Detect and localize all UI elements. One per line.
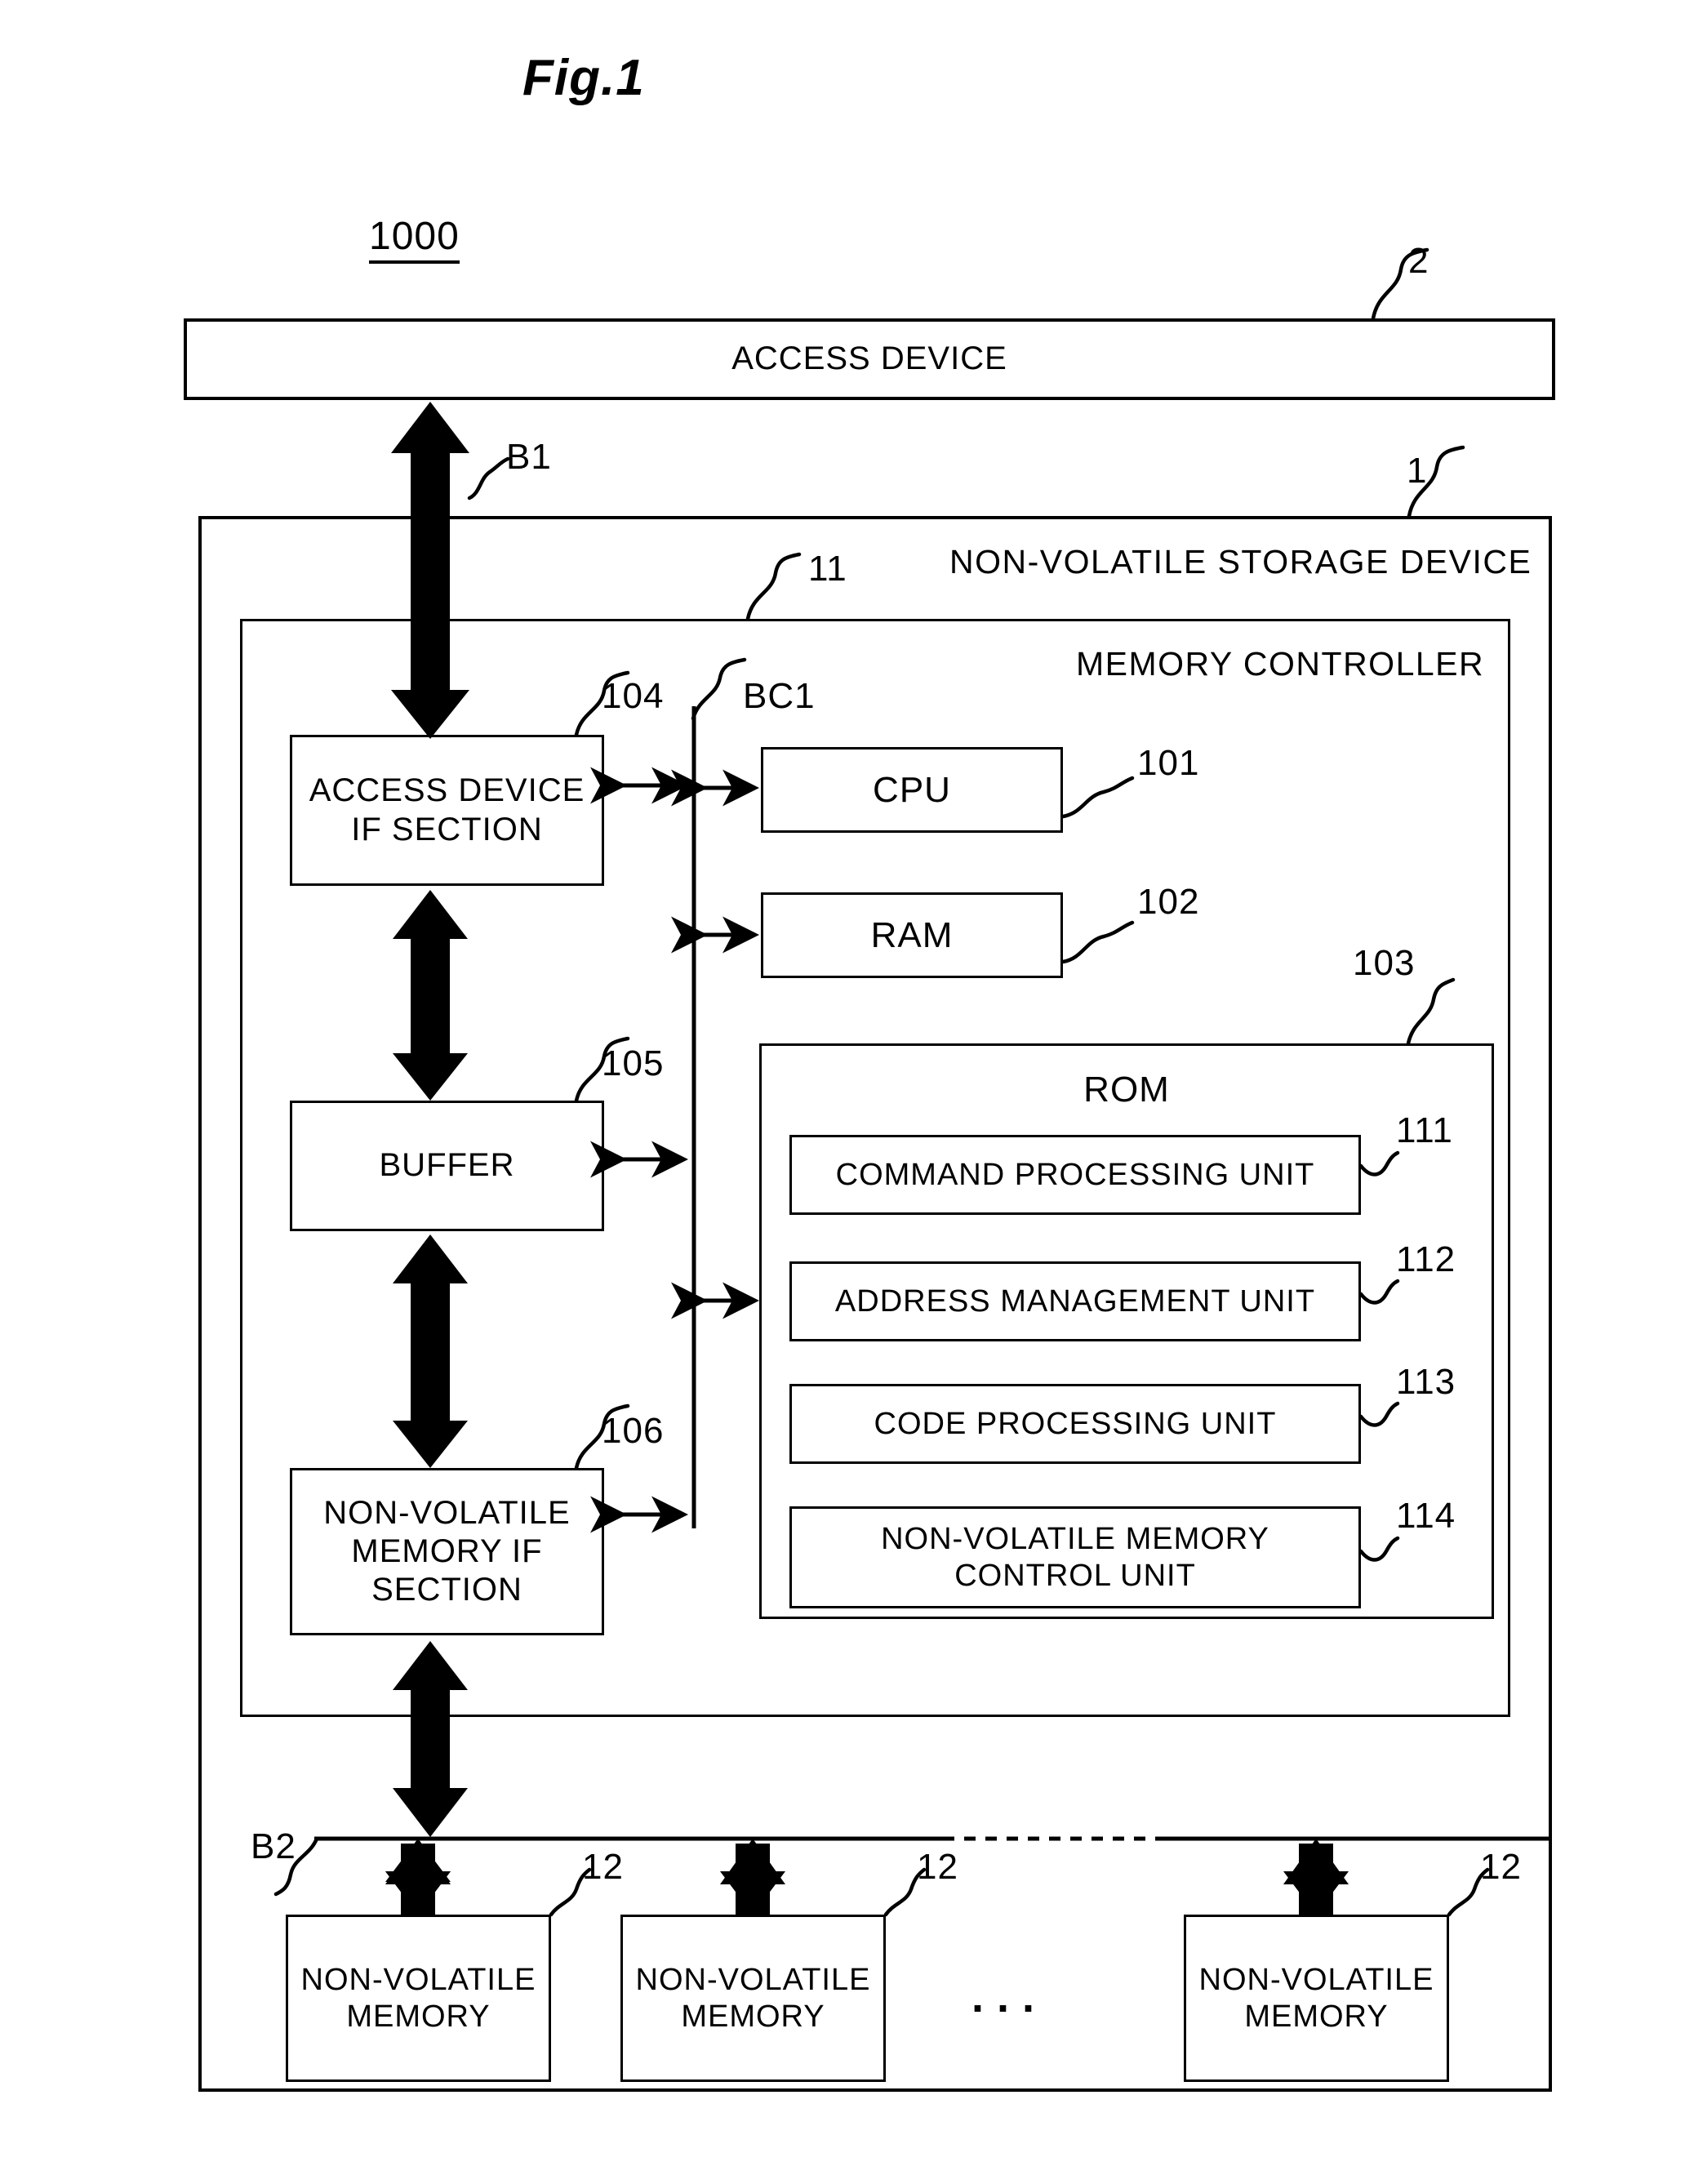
nvm-box-label-0: NON-VOLATILE MEMORY [300, 1962, 536, 2034]
figure-title: Fig.1 [522, 50, 645, 106]
rom-unit-label-3: NON-VOLATILE MEMORY CONTROL UNIT [881, 1521, 1269, 1593]
access-device-if-ref: 104 [602, 676, 665, 716]
rom-unit-ref-3: 114 [1396, 1496, 1456, 1536]
nvm-box-ref-0: 12 [582, 1847, 624, 1887]
rom-ref: 103 [1353, 943, 1416, 983]
bus-b2-label: B2 [251, 1826, 296, 1866]
access-device-label: ACCESS DEVICE [731, 340, 1007, 377]
bus-b1-label: B1 [506, 437, 552, 477]
nvm-box-label-2: NON-VOLATILE MEMORY [1198, 1962, 1434, 2034]
rom-unit-label-0: COMMAND PROCESSING UNIT [835, 1157, 1315, 1192]
memory-controller-label: MEMORY CONTROLLER [1076, 645, 1485, 683]
storage-device-ref: 1 [1407, 451, 1428, 491]
access-device-if-label: ACCESS DEVICE IF SECTION [309, 772, 585, 847]
storage-device-label: NON-VOLATILE STORAGE DEVICE [949, 543, 1532, 580]
buffer-ref: 105 [602, 1043, 665, 1083]
rom-unit-label-2: CODE PROCESSING UNIT [874, 1406, 1277, 1441]
cpu-label: CPU [873, 769, 951, 810]
ram-label: RAM [870, 914, 954, 955]
nvm-if-label: NON-VOLATILE MEMORY IF SECTION [323, 1494, 571, 1608]
cpu-ref: 101 [1137, 743, 1200, 783]
rom-label: ROM [1083, 1070, 1170, 1110]
rom-unit-label-1: ADDRESS MANAGEMENT UNIT [834, 1283, 1316, 1319]
access-device-ref: 2 [1408, 241, 1429, 281]
nvm-box-label-1: NON-VOLATILE MEMORY [635, 1962, 871, 2034]
ram-ref: 102 [1137, 882, 1200, 922]
rom-unit-ref-2: 113 [1396, 1362, 1456, 1402]
nvm-box-ref-2: 12 [1480, 1847, 1522, 1887]
ellipsis-between-memories: ... [971, 1973, 1048, 2022]
buffer-label: BUFFER [379, 1147, 515, 1184]
nvm-if-ref: 106 [602, 1411, 665, 1451]
memory-controller-ref: 11 [808, 549, 847, 589]
nvm-box-ref-1: 12 [917, 1847, 958, 1887]
bus-bc1-label: BC1 [743, 676, 816, 716]
rom-unit-ref-1: 112 [1396, 1239, 1456, 1279]
system-ref-1000: 1000 [369, 214, 460, 264]
rom-unit-ref-0: 111 [1396, 1110, 1453, 1150]
